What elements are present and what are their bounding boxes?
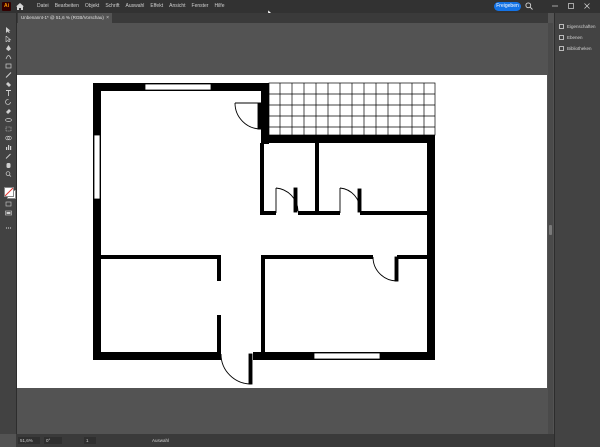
panel-item-label: Ebenen xyxy=(567,35,583,40)
scrollbar-thumb[interactable] xyxy=(549,225,552,235)
panel-item-label: Eigenschaften xyxy=(567,24,596,29)
curvature-tool-icon[interactable] xyxy=(5,54,12,60)
windows xyxy=(93,83,381,360)
panel-item-layers[interactable]: Ebenen xyxy=(555,32,600,43)
shaper-tool-icon[interactable] xyxy=(5,81,12,87)
rectangle-tool-icon[interactable] xyxy=(5,63,12,69)
doors xyxy=(220,102,399,385)
zoom-tool-icon[interactable] xyxy=(5,171,12,177)
drawing-mode-icon[interactable] xyxy=(5,201,12,207)
illustrator-logo: Ai xyxy=(2,2,11,11)
zoom-level-field[interactable]: 51,6% xyxy=(18,437,40,444)
menu-item-ansicht[interactable]: Ansicht xyxy=(166,0,188,13)
search-icon[interactable] xyxy=(525,2,533,10)
eyedropper-tool-icon[interactable] xyxy=(5,153,12,159)
right-panel-dock: Eigenschaften Ebenen Bibliotheken xyxy=(554,13,600,447)
document-tab[interactable]: Unbenannt-1* @ 51,6 % (RGB/Vorschau) × xyxy=(18,13,112,23)
eraser-tool-icon[interactable] xyxy=(5,108,12,114)
pen-tool-icon[interactable] xyxy=(5,45,12,51)
inner-walls xyxy=(101,143,427,353)
menu-item-auswahl[interactable]: Auswahl xyxy=(123,0,148,13)
menu-item-datei[interactable]: Datei xyxy=(34,0,52,13)
hand-tool-icon[interactable] xyxy=(5,162,12,168)
shape-builder-tool-icon[interactable] xyxy=(5,135,12,141)
share-button[interactable]: Freigeben xyxy=(494,2,521,11)
screen-mode-icon[interactable] xyxy=(5,210,12,216)
menu-item-hilfe[interactable]: Hilfe xyxy=(211,0,227,13)
type-tool-icon[interactable] xyxy=(5,90,12,96)
close-window-icon[interactable] xyxy=(583,2,591,10)
fill-color-swatch[interactable] xyxy=(4,187,14,197)
no-fill-slash-icon xyxy=(5,188,13,196)
tools-panel xyxy=(0,13,17,434)
artboard[interactable] xyxy=(17,75,547,388)
edit-toolbar-icon[interactable] xyxy=(5,225,12,231)
menu-item-effekt[interactable]: Effekt xyxy=(147,0,166,13)
menu-item-schrift[interactable]: Schrift xyxy=(102,0,122,13)
artboard-number-field[interactable]: 1 xyxy=(84,437,96,444)
menu-item-bearbeiten[interactable]: Bearbeiten xyxy=(52,0,82,13)
document-tab-bar: Unbenannt-1* @ 51,6 % (RGB/Vorschau) × xyxy=(16,13,548,23)
close-tab-icon[interactable]: × xyxy=(106,13,109,23)
panel-item-properties[interactable]: Eigenschaften xyxy=(555,21,600,32)
layers-icon xyxy=(559,35,564,40)
menu-item-objekt[interactable]: Objekt xyxy=(82,0,102,13)
rotation-field[interactable]: 0° xyxy=(44,437,62,444)
menu-item-fenster[interactable]: Fenster xyxy=(189,0,212,13)
current-tool-label: Auswahl xyxy=(152,438,170,443)
floor-plan-drawing[interactable] xyxy=(17,75,547,388)
brush-tool-icon[interactable] xyxy=(5,72,12,78)
properties-icon xyxy=(559,24,564,29)
document-tab-title: Unbenannt-1* @ 51,6 % (RGB/Vorschau) xyxy=(21,15,104,20)
minimize-icon[interactable] xyxy=(551,2,559,10)
main-menu: Datei Bearbeiten Objekt Schrift Auswahl … xyxy=(34,0,227,13)
graph-tool-icon[interactable] xyxy=(5,144,12,150)
libraries-icon xyxy=(559,46,564,51)
panel-item-label: Bibliotheken xyxy=(567,46,592,51)
rotate-tool-icon[interactable] xyxy=(5,99,12,105)
width-tool-icon[interactable] xyxy=(5,117,12,123)
selection-tool-icon[interactable] xyxy=(5,27,12,33)
status-bar: 51,6% 0° 1 Auswahl xyxy=(16,434,554,447)
direct-selection-tool-icon[interactable] xyxy=(5,36,12,42)
balcony-tiles xyxy=(268,82,436,136)
home-icon[interactable] xyxy=(16,3,24,10)
vertical-scrollbar[interactable] xyxy=(548,23,553,434)
panel-list: Eigenschaften Ebenen Bibliotheken xyxy=(555,21,600,54)
panel-item-libraries[interactable]: Bibliotheken xyxy=(555,43,600,54)
menu-bar: Ai Datei Bearbeiten Objekt Schrift Auswa… xyxy=(0,0,600,16)
maximize-icon[interactable] xyxy=(567,2,575,10)
free-transform-tool-icon[interactable] xyxy=(5,126,12,132)
